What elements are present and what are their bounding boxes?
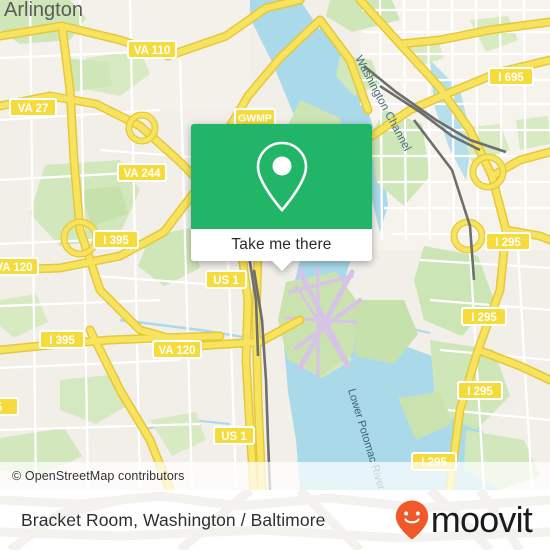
road-shield: VA 244 bbox=[117, 163, 167, 182]
svg-text:US 1: US 1 bbox=[213, 275, 239, 287]
attribution-bar: © OpenStreetMap contributors bbox=[0, 462, 550, 490]
svg-text:VA 27: VA 27 bbox=[18, 103, 49, 115]
road-shield: VA 27 bbox=[9, 98, 57, 117]
svg-text:I 395: I 395 bbox=[49, 335, 75, 347]
road-shield: GWMP bbox=[234, 108, 276, 126]
screenshot-root: Washington Channel Lower Potomac River A… bbox=[0, 0, 550, 550]
svg-text:I 295: I 295 bbox=[471, 312, 497, 324]
road-shield: I 395 bbox=[39, 330, 85, 349]
page-title: Bracket Room, Washington / Baltimore bbox=[21, 509, 326, 530]
road-shield: I 395 bbox=[93, 230, 139, 249]
popup-image-area bbox=[191, 124, 372, 229]
svg-text:GWMP: GWMP bbox=[238, 113, 272, 125]
road-shield: US 1 bbox=[205, 270, 247, 289]
take-me-there-button[interactable]: Take me there bbox=[191, 229, 372, 271]
moovit-logo[interactable]: moovit bbox=[394, 499, 550, 541]
svg-text:I 295: I 295 bbox=[467, 386, 493, 398]
place-label-arlington: Arlington bbox=[4, 0, 83, 21]
road-shield: I 295 bbox=[457, 381, 503, 400]
svg-text:VA 110: VA 110 bbox=[134, 45, 170, 57]
popup-tail-pointer bbox=[270, 260, 293, 271]
location-popup-card[interactable]: Take me there bbox=[191, 124, 372, 271]
road-shield: VA 120 bbox=[0, 257, 39, 276]
road-shield: I 695 bbox=[488, 67, 534, 86]
take-me-there-label: Take me there bbox=[231, 236, 332, 253]
moovit-smiley-pin-icon bbox=[395, 500, 428, 540]
svg-text:I 395: I 395 bbox=[103, 235, 129, 247]
road-shield: VA 120 bbox=[152, 340, 202, 359]
moovit-wordmark: moovit bbox=[430, 499, 533, 540]
road-shield: 5 bbox=[0, 397, 19, 416]
svg-text:VA 120: VA 120 bbox=[0, 262, 33, 274]
svg-text:I 695: I 695 bbox=[498, 72, 524, 84]
footer-bar: Bracket Room, Washington / Baltimore moo… bbox=[0, 490, 550, 550]
osm-attribution-text: © OpenStreetMap contributors bbox=[12, 469, 185, 483]
svg-text:VA 244: VA 244 bbox=[123, 168, 161, 180]
svg-text:US 1: US 1 bbox=[221, 431, 247, 443]
road-shield: I 295 bbox=[485, 232, 531, 251]
svg-text:I 295: I 295 bbox=[495, 237, 521, 249]
map-pin-icon bbox=[256, 141, 307, 212]
road-shield: I 295 bbox=[461, 307, 507, 326]
svg-text:VA 120: VA 120 bbox=[158, 345, 195, 357]
road-shield: VA 110 bbox=[127, 40, 177, 59]
road-shield: US 1 bbox=[213, 426, 255, 445]
